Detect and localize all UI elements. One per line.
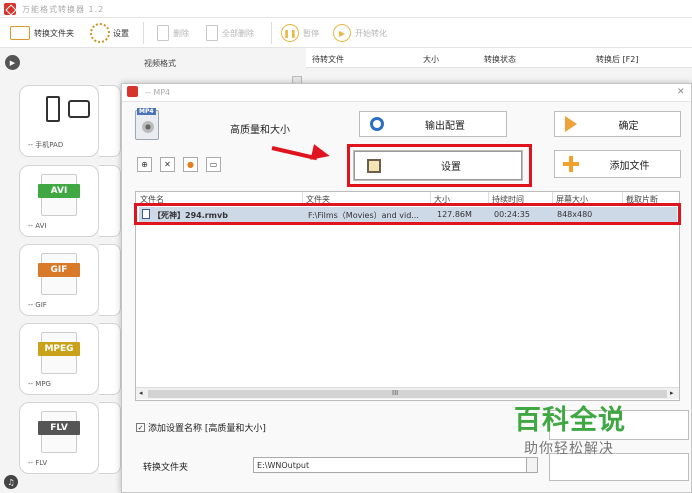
start-convert-label: 开始转化 xyxy=(355,28,387,38)
flv-file-icon: FLV xyxy=(38,411,80,453)
app-logo-icon xyxy=(4,3,16,15)
scroll-thumb[interactable] xyxy=(148,390,667,398)
output-folder-field[interactable]: E:\WNOutput xyxy=(253,457,529,473)
settings-label: 设置 xyxy=(113,28,129,38)
ok-button[interactable]: 确定 xyxy=(554,111,681,137)
dialog-title: -- MP4 xyxy=(145,88,171,97)
close-icon[interactable]: ✕ xyxy=(677,87,685,97)
format-tile-avi[interactable]: AVI -- AVI xyxy=(19,165,99,237)
plus-icon xyxy=(563,156,579,172)
film-settings-icon xyxy=(367,158,381,173)
add-name-label: 添加设置名称 [高质量和大小] xyxy=(148,424,266,434)
add-name-checkbox-row[interactable]: ✓ 添加设置名称 [高质量和大小] xyxy=(136,421,266,434)
start-convert-button[interactable]: ▶ 开始转化 xyxy=(333,20,387,46)
convert-folder-label: 转换文件夹 xyxy=(34,28,74,38)
tile-label: -- 手机PAD xyxy=(28,141,64,149)
camera-icon xyxy=(68,100,90,118)
pause-label: 暂停 xyxy=(303,28,319,38)
folder-icon xyxy=(10,26,30,40)
conversion-list-header: 待转文件 大小 转换状态 转换后 [F2] xyxy=(306,48,692,68)
format-tile-gif[interactable]: GIF -- GIF xyxy=(19,244,99,316)
add-file-button[interactable]: 添加文件 xyxy=(554,150,681,178)
gear-icon xyxy=(90,23,110,43)
scroll-right-icon[interactable]: ▸ xyxy=(670,389,674,397)
format-tile-mpg[interactable]: MPEG -- MPG xyxy=(19,323,99,395)
output-folder-dropdown[interactable] xyxy=(526,457,538,473)
phone-icon xyxy=(46,96,60,122)
settings-button[interactable]: 设置 xyxy=(90,20,129,46)
watermark-title: 百科全说 xyxy=(514,405,626,436)
toolbar-divider xyxy=(271,22,272,44)
pause-icon: ❚❚ xyxy=(281,24,299,42)
format-tile-partial[interactable] xyxy=(99,244,121,316)
col-after: 转换后 [F2] xyxy=(596,55,639,64)
watermark-subtitle: 助你轻松解决 xyxy=(524,441,614,457)
flv-badge: FLV xyxy=(38,421,80,435)
mp4-format-icon xyxy=(135,108,159,140)
trash-all-icon xyxy=(206,25,218,41)
output-config-label: 输出配置 xyxy=(425,120,465,132)
scroll-left-icon[interactable]: ◂ xyxy=(139,389,143,397)
toolbar-divider xyxy=(143,22,144,44)
delete-all-button[interactable]: 全部删除 xyxy=(206,20,254,46)
gif-file-icon: GIF xyxy=(38,253,80,295)
gif-badge: GIF xyxy=(38,263,80,277)
tile-label: -- GIF xyxy=(28,301,47,309)
settings-dialog-label: 设置 xyxy=(441,162,461,173)
delete-all-label: 全部删除 xyxy=(222,28,254,38)
mpeg-file-icon: MPEG xyxy=(38,332,80,374)
format-tile-partial[interactable] xyxy=(99,323,121,395)
format-tile-partial[interactable] xyxy=(99,402,121,474)
avi-file-icon: AVI xyxy=(38,174,80,216)
dialog-title-bar xyxy=(122,84,691,102)
output-config-button[interactable]: 输出配置 xyxy=(359,111,507,137)
trash-icon xyxy=(157,25,169,41)
scroll-grip: III xyxy=(392,389,399,397)
settings-button-dialog[interactable]: 设置 xyxy=(354,151,522,180)
output-folder-label: 转换文件夹 xyxy=(143,463,189,473)
delete-label: 删除 xyxy=(173,28,189,38)
quality-label: 高质量和大小 xyxy=(230,125,290,136)
arrow-right-icon xyxy=(565,116,577,132)
dialog-logo-icon xyxy=(127,86,138,97)
checkbox-icon[interactable]: ✓ xyxy=(136,423,145,432)
tile-label: -- AVI xyxy=(28,222,47,230)
add-file-label: 添加文件 xyxy=(609,160,650,172)
format-tile-partial[interactable] xyxy=(99,85,121,157)
video-format-header: 视频格式 xyxy=(144,59,176,68)
delete-button[interactable]: 删除 xyxy=(157,20,189,46)
tile-label: -- MPG xyxy=(28,380,51,388)
col-status: 转换状态 xyxy=(484,55,516,64)
format-tile-mobile[interactable]: -- 手机PAD xyxy=(19,85,99,157)
record-icon[interactable]: ● xyxy=(183,157,198,172)
window-icon[interactable]: ▭ xyxy=(206,157,221,172)
play-icon: ▶ xyxy=(333,24,351,42)
music-icon[interactable]: ♫ xyxy=(4,475,18,489)
col-file: 待转文件 xyxy=(312,55,344,64)
mpeg-badge: MPEG xyxy=(38,342,80,356)
new-file-icon[interactable]: ⊕ xyxy=(137,157,152,172)
pause-button[interactable]: ❚❚ 暂停 xyxy=(281,20,319,46)
remove-file-icon[interactable]: ✕ xyxy=(160,157,175,172)
convert-folder-button[interactable]: 转换文件夹 xyxy=(10,20,74,46)
col-size: 大小 xyxy=(423,55,439,64)
avi-badge: AVI xyxy=(38,184,80,198)
tile-label: -- FLV xyxy=(28,459,48,467)
format-tile-flv[interactable]: FLV -- FLV xyxy=(19,402,99,474)
format-tile-partial[interactable] xyxy=(99,165,121,237)
ok-label: 确定 xyxy=(618,120,639,132)
app-title: 万能格式转换器 1.2 xyxy=(22,5,105,14)
category-play-icon[interactable]: ▶ xyxy=(5,55,20,70)
config-icon xyxy=(370,117,384,131)
row-highlight-box xyxy=(134,203,681,225)
